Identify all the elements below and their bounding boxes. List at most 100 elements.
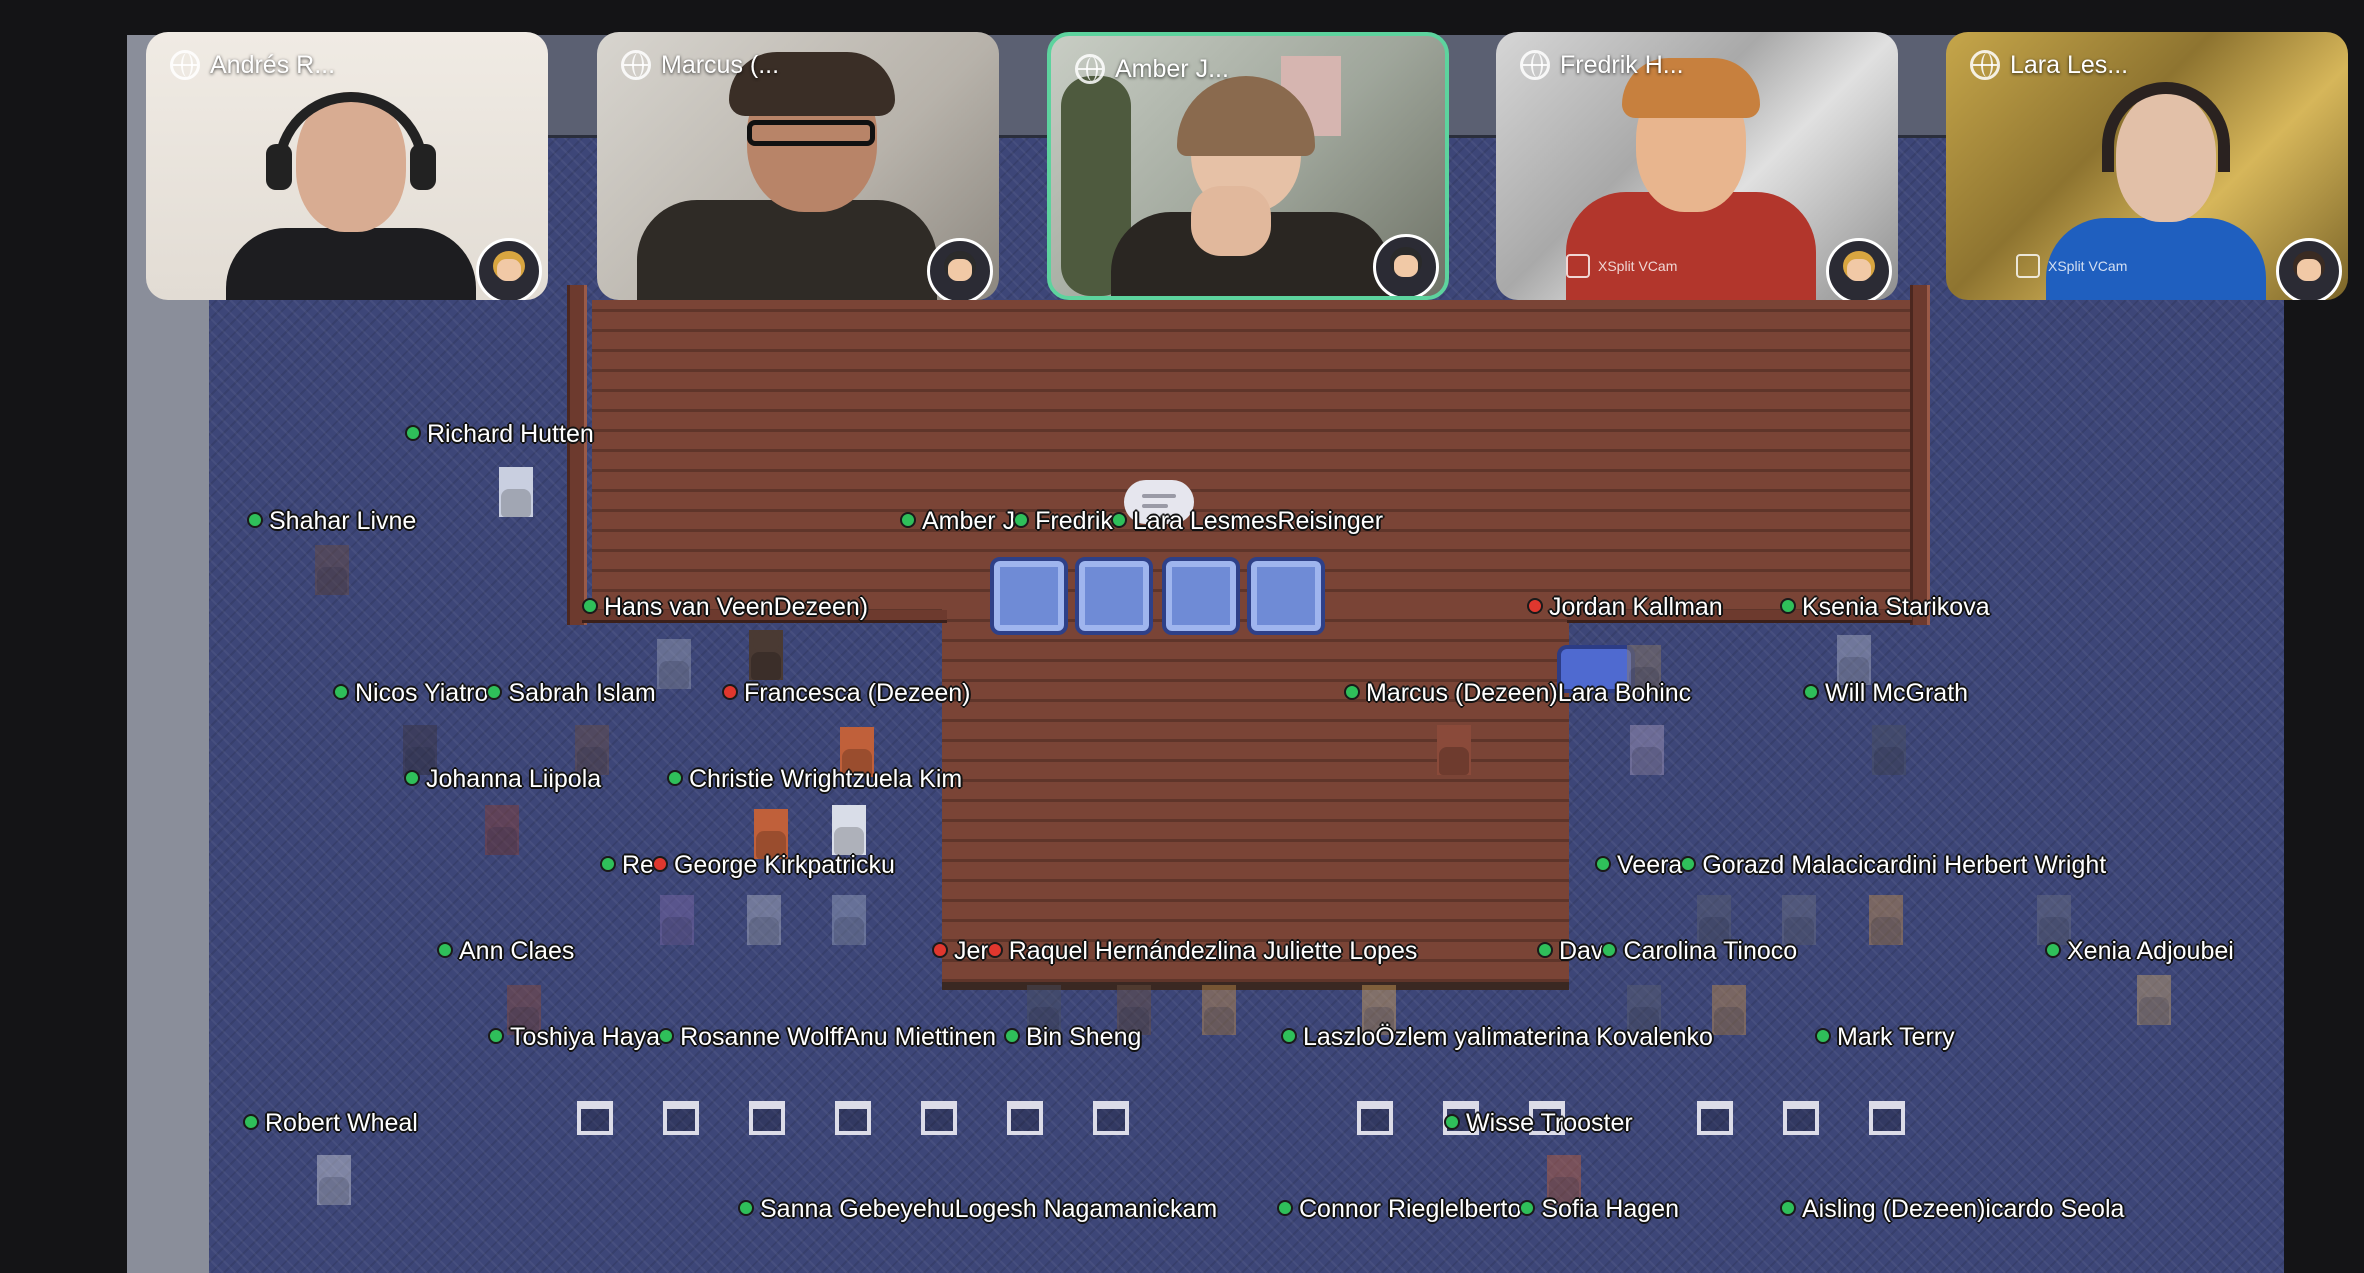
player-label[interactable]: Shahar Livne — [247, 506, 416, 536]
player-label[interactable]: Sanna GebeyehuLogesh Nagamanickam — [738, 1194, 1217, 1224]
player-label[interactable]: Xenia Adjoubei — [2045, 936, 2234, 966]
player-label[interactable]: Mark Terry — [1815, 1022, 1955, 1052]
player-label[interactable]: Jer Raquel Hernándezlina Juliette Lopes — [932, 936, 1417, 966]
avatar — [1373, 234, 1439, 296]
player-label[interactable]: Marcus (Dezeen)Lara Bohinc — [1344, 678, 1691, 708]
chair[interactable] — [749, 1101, 785, 1135]
status-dot-online — [486, 684, 503, 701]
player-label[interactable]: LaszloÖzlem yalimaterina Kovalenko — [1281, 1022, 1713, 1052]
player-label[interactable]: Ksenia Starikova — [1780, 592, 1990, 622]
player-avatar[interactable] — [1202, 985, 1236, 1035]
player-label[interactable]: Christie Wrightzuela Kim — [667, 764, 962, 794]
status-dot-online — [1680, 856, 1697, 873]
video-tile[interactable]: Andrés R... — [146, 32, 548, 300]
stage-seat[interactable] — [1162, 557, 1240, 635]
status-dot-online — [1277, 1200, 1293, 1217]
status-dot-online — [667, 770, 683, 787]
player-label[interactable]: Connor Rieglelberto Sofia Hagen — [1277, 1194, 1679, 1224]
player-avatar[interactable] — [315, 545, 349, 595]
player-label[interactable]: Richard Hutten — [405, 419, 594, 449]
player-avatar[interactable] — [832, 805, 866, 855]
player-avatar[interactable] — [747, 895, 781, 945]
video-strip: Andrés R... Marcus (... Amber J... Fredr… — [0, 0, 2364, 310]
stage-seat[interactable] — [1075, 557, 1153, 635]
video-tile[interactable]: Fredrik H... XSplit VCam — [1496, 32, 1898, 300]
player-avatar[interactable] — [485, 805, 519, 855]
status-dot-online — [900, 512, 916, 529]
player-label[interactable]: Johanna Liipola — [404, 764, 601, 794]
chair[interactable] — [577, 1101, 613, 1135]
player-label[interactable]: Will McGrath — [1803, 678, 1968, 708]
player-label[interactable]: Francesca (Dezeen) — [722, 678, 970, 708]
camera-icon — [2016, 254, 2040, 278]
chair[interactable] — [1007, 1101, 1043, 1135]
video-tile-active-speaker[interactable]: Amber J... — [1047, 32, 1449, 300]
avatar — [1826, 238, 1892, 300]
chair[interactable] — [1697, 1101, 1733, 1135]
player-avatar[interactable] — [749, 630, 783, 680]
status-dot-online — [1281, 1028, 1297, 1045]
status-dot-online — [1815, 1028, 1831, 1045]
player-avatar[interactable] — [1630, 725, 1664, 775]
status-dot-online — [437, 942, 453, 959]
player-avatar[interactable] — [2137, 975, 2171, 1025]
camera-icon — [1566, 254, 1590, 278]
status-dot-online — [1780, 598, 1796, 615]
player-avatar[interactable] — [1869, 895, 1903, 945]
vcam-watermark: XSplit VCam — [2016, 254, 2127, 278]
player-label[interactable]: Aisling (Dezeen)icardo Seola — [1780, 1194, 2124, 1224]
player-label[interactable]: Robert Wheal — [243, 1108, 418, 1138]
status-dot-online — [1344, 684, 1360, 701]
video-tile[interactable]: Lara Les... XSplit VCam — [1946, 32, 2348, 300]
status-dot-online — [582, 598, 598, 615]
chair[interactable] — [663, 1101, 699, 1135]
player-label[interactable]: Dav Carolina Tinoco — [1537, 936, 1797, 966]
player-avatar[interactable] — [657, 639, 691, 689]
player-avatar[interactable] — [499, 467, 533, 517]
tile-header: Lara Les... — [1970, 50, 2128, 80]
player-label[interactable]: Hans van VeenDezeen) — [582, 592, 868, 622]
player-avatar[interactable] — [1437, 725, 1471, 775]
player-label[interactable]: Amber J Fredrik Lara LesmesReisinger — [900, 506, 1383, 536]
chair[interactable] — [1869, 1101, 1905, 1135]
chair[interactable] — [835, 1101, 871, 1135]
stage-seat[interactable] — [1247, 557, 1325, 635]
status-dot-online — [1013, 512, 1030, 529]
status-dot-online — [1004, 1028, 1021, 1045]
status-dot-online — [333, 684, 349, 701]
virtual-office-app: Richard Hutten Shahar Livne Amber J Fredr… — [0, 0, 2364, 1273]
chair[interactable] — [1357, 1101, 1393, 1135]
player-avatar[interactable] — [832, 895, 866, 945]
player-label[interactable]: Jordan Kallman — [1527, 592, 1723, 622]
tile-header: Fredrik H... — [1520, 50, 1684, 80]
player-label[interactable]: Ann Claes — [437, 936, 574, 966]
stage-runway — [942, 605, 1569, 990]
status-dot-online — [243, 1114, 259, 1131]
status-dot-online — [247, 512, 263, 529]
stage-rail-left — [567, 285, 587, 625]
chair[interactable] — [1093, 1101, 1129, 1135]
player-label[interactable]: Toshiya Haya Rosanne WolffAnu Miettinen Bi… — [488, 1022, 1141, 1052]
player-avatar[interactable] — [660, 895, 694, 945]
status-dot-online — [1537, 942, 1553, 959]
chair[interactable] — [921, 1101, 957, 1135]
status-dot-online — [600, 856, 616, 873]
player-avatar[interactable] — [1872, 725, 1906, 775]
status-dot-busy — [651, 856, 668, 873]
player-label[interactable]: Re George Kirkpatricku — [600, 850, 895, 880]
stage-seat[interactable] — [990, 557, 1068, 635]
player-avatar[interactable] — [317, 1155, 351, 1205]
globe-icon — [1520, 50, 1550, 80]
avatar — [476, 238, 542, 300]
globe-icon — [170, 50, 200, 80]
player-label[interactable]: Wisse Trooster — [1444, 1108, 1633, 1138]
vcam-watermark: XSplit VCam — [1566, 254, 1677, 278]
tile-header: Andrés R... — [170, 50, 335, 80]
status-dot-online — [1110, 512, 1127, 529]
chair[interactable] — [1783, 1101, 1819, 1135]
player-avatar[interactable] — [1712, 985, 1746, 1035]
player-label[interactable]: Nicos Yiatro Sabrah Islam — [333, 678, 656, 708]
video-tile[interactable]: Marcus (... — [597, 32, 999, 300]
status-dot-online — [2045, 942, 2061, 959]
player-label[interactable]: Veera Gorazd Malacicardini Herbert Wright — [1595, 850, 2106, 880]
